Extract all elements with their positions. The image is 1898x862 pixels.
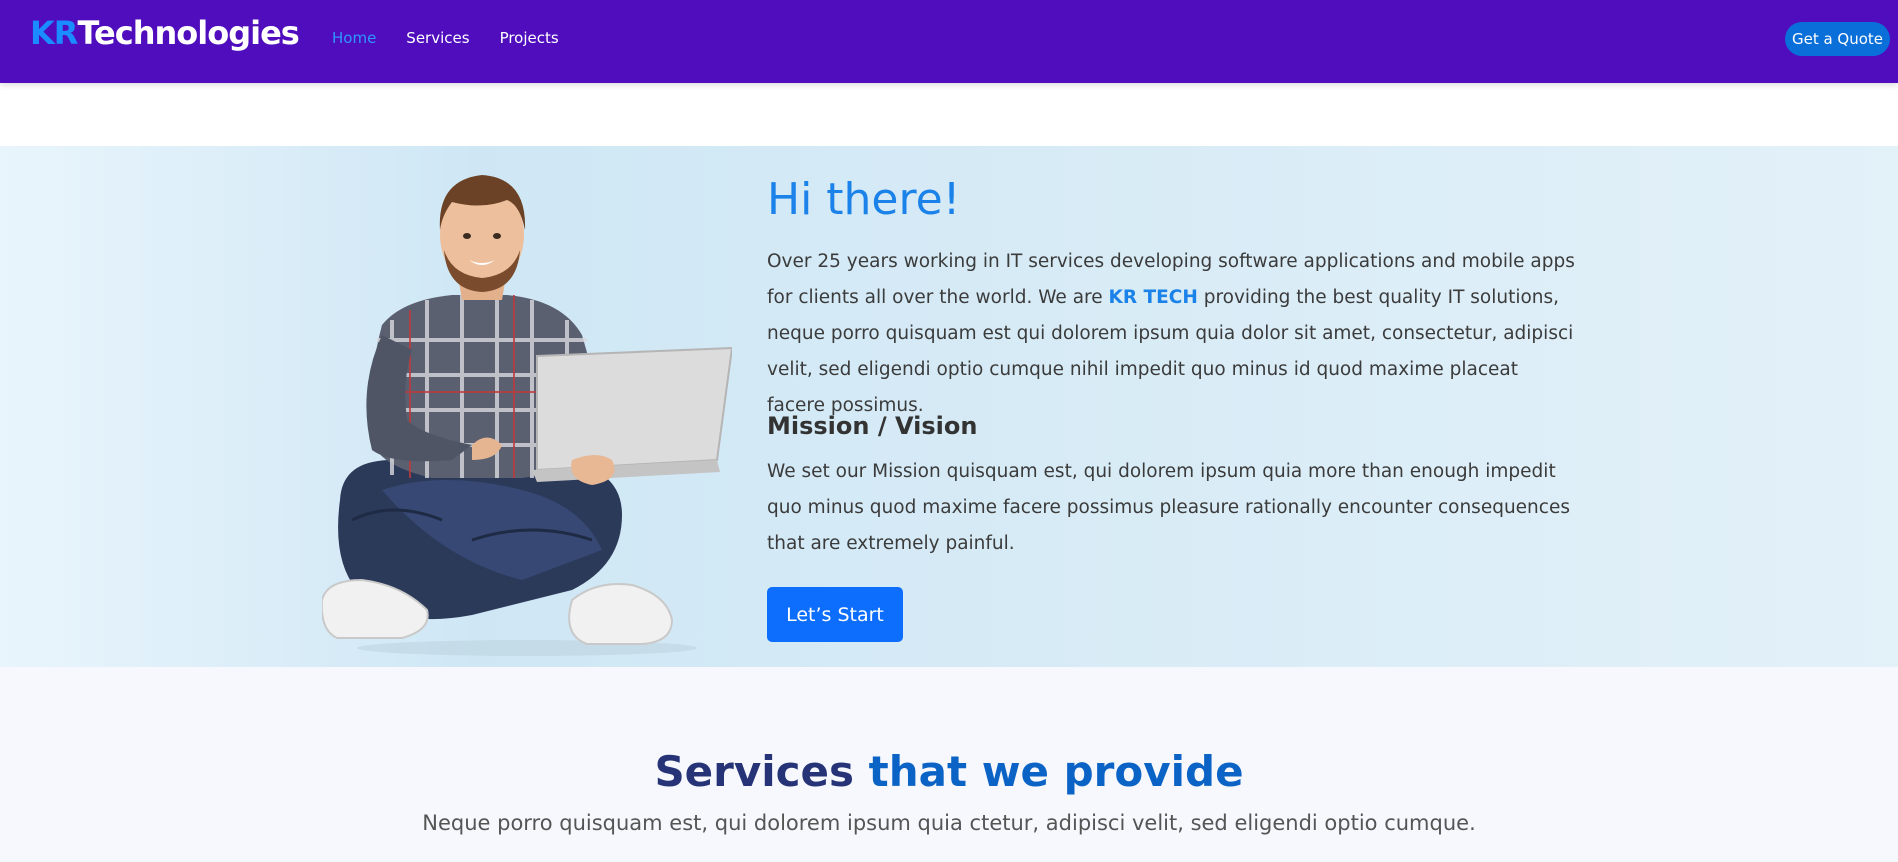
man-with-laptop-image bbox=[322, 175, 732, 656]
brand-name: Technologies bbox=[77, 14, 299, 52]
hero-title: Hi there! bbox=[767, 174, 961, 225]
services-title-part1: Services bbox=[654, 747, 869, 796]
main-nav: Home Services Projects bbox=[332, 29, 589, 47]
services-title: Services that we provide bbox=[0, 747, 1898, 796]
services-title-accent: that we provide bbox=[868, 747, 1244, 796]
nav-link-services[interactable]: Services bbox=[406, 29, 469, 47]
nav-link-home[interactable]: Home bbox=[332, 29, 376, 47]
hero-intro-text: Over 25 years working in IT services dev… bbox=[767, 244, 1575, 424]
lets-start-button[interactable]: Let’s Start bbox=[767, 587, 903, 642]
brand-logo[interactable]: KR Technologies bbox=[30, 14, 300, 64]
mission-title: Mission / Vision bbox=[767, 412, 978, 440]
get-quote-button[interactable]: Get a Quote bbox=[1785, 22, 1890, 56]
nav-link-projects[interactable]: Projects bbox=[500, 29, 559, 47]
services-section: Services that we provide Neque porro qui… bbox=[0, 667, 1898, 862]
navbar: KR Technologies Home Services Projects Ge… bbox=[0, 0, 1898, 83]
services-subtitle: Neque porro quisquam est, qui dolorem ip… bbox=[422, 811, 1476, 835]
brand-kr: KR bbox=[30, 14, 78, 52]
mission-text: We set our Mission quisquam est, qui dol… bbox=[767, 461, 1570, 554]
hero-section: Hi there! Over 25 years working in IT se… bbox=[0, 146, 1898, 667]
hero-brand-highlight: KR TECH bbox=[1108, 287, 1198, 308]
